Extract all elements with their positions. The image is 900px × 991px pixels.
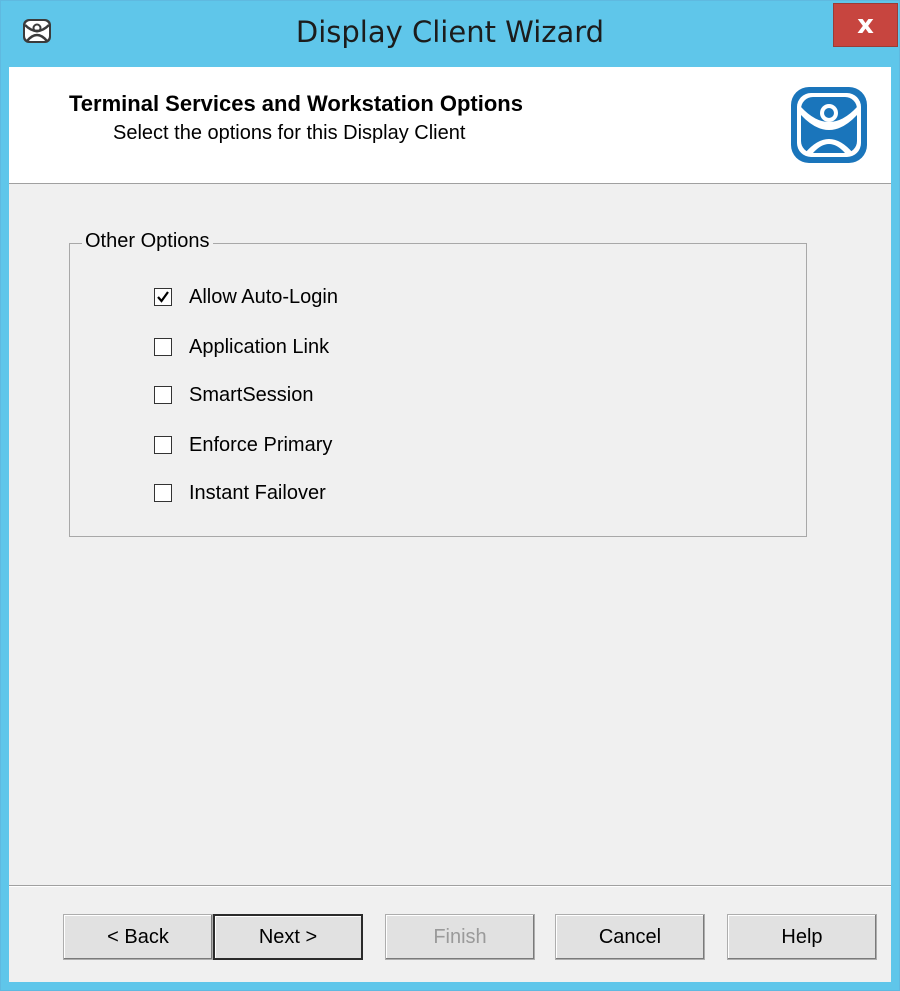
wizard-body: Terminal Services and Workstation Option…	[9, 67, 891, 982]
check-icon	[157, 291, 169, 303]
wizard-window: Display Client Wizard x Terminal Service…	[0, 0, 900, 991]
checkbox-box[interactable]	[154, 386, 172, 404]
checkbox-box[interactable]	[154, 338, 172, 356]
window-title: Display Client Wizard	[295, 15, 605, 49]
thinmanager-logo-icon	[791, 87, 867, 163]
cancel-button[interactable]: Cancel	[555, 914, 705, 960]
back-button[interactable]: < Back	[63, 914, 213, 960]
next-button[interactable]: Next >	[213, 914, 363, 960]
other-options-group: Other Options Allow Auto-Login Applicati…	[69, 230, 807, 537]
wizard-header: Terminal Services and Workstation Option…	[9, 67, 891, 184]
checkbox-box[interactable]	[154, 288, 172, 306]
checkbox-label: Application Link	[189, 335, 330, 358]
checkbox-label: SmartSession	[189, 383, 314, 406]
checkbox-label: Allow Auto-Login	[189, 285, 338, 308]
title-bar[interactable]: Display Client Wizard x	[1, 1, 899, 67]
group-label: Other Options	[82, 230, 213, 253]
checkbox-box[interactable]	[154, 484, 172, 502]
checkbox-label: Instant Failover	[189, 481, 326, 504]
checkbox-box[interactable]	[154, 436, 172, 454]
page-subtitle: Select the options for this Display Clie…	[113, 122, 466, 144]
checkbox-allow-auto-login[interactable]: Allow Auto-Login	[154, 282, 338, 312]
finish-button: Finish	[385, 914, 535, 960]
checkbox-label: Enforce Primary	[189, 433, 333, 456]
checkbox-enforce-primary[interactable]: Enforce Primary	[154, 430, 332, 460]
close-button[interactable]: x	[833, 3, 898, 47]
checkbox-smartsession[interactable]: SmartSession	[154, 380, 314, 410]
help-button[interactable]: Help	[727, 914, 877, 960]
page-title: Terminal Services and Workstation Option…	[69, 91, 523, 116]
checkbox-application-link[interactable]: Application Link	[154, 332, 329, 362]
footer-divider	[9, 885, 891, 887]
checkbox-instant-failover[interactable]: Instant Failover	[154, 478, 326, 508]
